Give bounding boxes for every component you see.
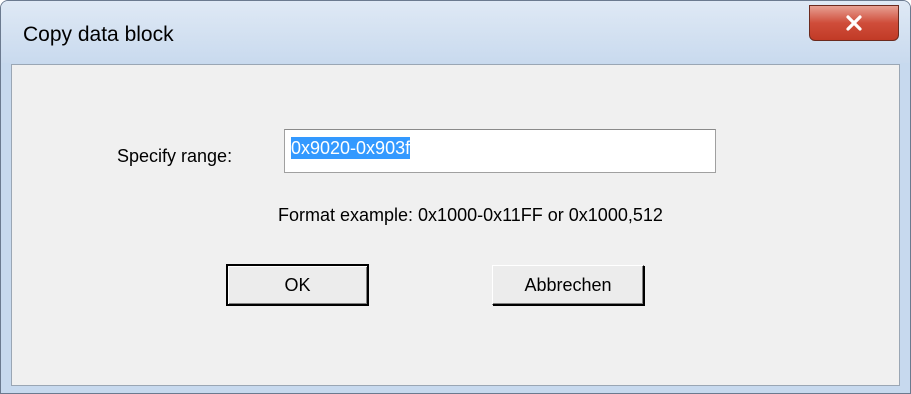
close-icon bbox=[846, 15, 862, 31]
close-button[interactable] bbox=[809, 5, 899, 41]
dialog-window: Copy data block Specify range: 0x9020-0x… bbox=[0, 0, 911, 394]
range-input-value[interactable]: 0x9020-0x903f bbox=[291, 137, 411, 159]
window-title: Copy data block bbox=[23, 23, 174, 46]
title-bar[interactable]: Copy data block bbox=[1, 1, 910, 63]
ok-button[interactable]: OK bbox=[226, 264, 369, 306]
dialog-content: Specify range: 0x9020-0x903f Format exam… bbox=[11, 64, 900, 386]
range-input[interactable]: 0x9020-0x903f bbox=[284, 129, 716, 173]
specify-range-label: Specify range: bbox=[117, 146, 233, 166]
cancel-button[interactable]: Abbrechen bbox=[492, 265, 644, 305]
format-example-text: Format example: 0x1000-0x11FF or 0x1000,… bbox=[278, 205, 663, 225]
